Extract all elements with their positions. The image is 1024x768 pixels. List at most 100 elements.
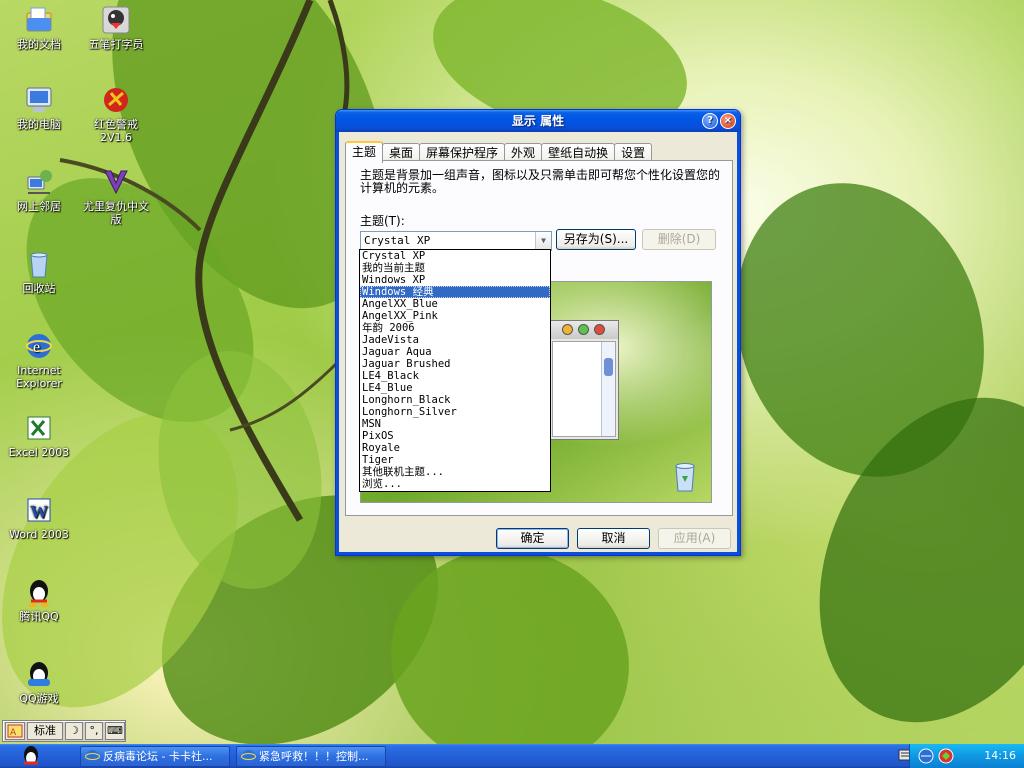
taskbar: 反病毒论坛 - 卡卡社... 紧急呼救！！！控制... 14:16: [0, 744, 1024, 768]
ie-icon: e: [23, 330, 55, 362]
theme-option-selected[interactable]: Windows 经典: [360, 286, 550, 298]
yuri-icon: [100, 166, 132, 198]
apply-button[interactable]: 应用(A): [658, 528, 731, 549]
network-icon[interactable]: [918, 748, 934, 767]
theme-option[interactable]: 其他联机主题...: [360, 466, 550, 478]
theme-option[interactable]: Longhorn_Black: [360, 394, 550, 406]
ime-icon[interactable]: A: [5, 722, 25, 740]
preview-maximize-icon: [578, 324, 589, 335]
theme-option[interactable]: Jaguar Aqua: [360, 346, 550, 358]
keyboard-icon[interactable]: ⌨: [105, 722, 125, 740]
desktop-icon-label: Internet Explorer: [16, 364, 62, 390]
desktop-icon-my-computer[interactable]: 我的电脑: [1, 84, 77, 131]
clock[interactable]: 14:16: [984, 749, 1016, 762]
theme-option[interactable]: Jaguar Brushed: [360, 358, 550, 370]
language-bar: A 标准 ☽ °, ⌨: [2, 720, 126, 742]
desktop-icon-label: QQ游戏: [19, 692, 59, 705]
ie-icon: [241, 749, 256, 766]
theme-option[interactable]: Tiger: [360, 454, 550, 466]
desktop-icon-label: 尤里复仇中文版: [83, 200, 149, 226]
desktop-icon-label: Excel 2003: [8, 446, 70, 459]
desktop-icon-word[interactable]: W Word 2003: [1, 494, 77, 541]
desktop-icon-my-documents[interactable]: 我的文档: [1, 4, 77, 51]
desktop-icon-label: Word 2003: [9, 528, 69, 541]
taskbar-button-label: 反病毒论坛 - 卡卡社...: [103, 750, 213, 763]
moon-icon[interactable]: ☽: [65, 722, 83, 740]
desktop-icon-internet-explorer[interactable]: e Internet Explorer: [1, 330, 77, 390]
svg-text:e: e: [33, 339, 40, 356]
punctuation-toggle[interactable]: °,: [85, 722, 103, 740]
theme-option[interactable]: 浏览...: [360, 478, 550, 490]
network-places-icon: [23, 166, 55, 198]
word-icon: W: [23, 494, 55, 526]
desktop-icon-qq-game[interactable]: QQ游戏: [1, 658, 77, 705]
desktop-icon-network-places[interactable]: 网上邻居: [1, 166, 77, 213]
theme-option[interactable]: AngelXX_Pink: [360, 310, 550, 322]
chevron-down-icon[interactable]: ▼: [535, 232, 551, 250]
delete-button[interactable]: 删除(D): [642, 229, 716, 250]
preview-sample-window: [549, 320, 619, 440]
qq-icon: [24, 746, 38, 765]
theme-combobox-value: Crystal XP: [364, 234, 431, 247]
desktop-icon-label: 我的电脑: [17, 118, 61, 131]
theme-label: 主题(T):: [360, 214, 405, 228]
tab-strip: 主题 桌面 屏幕保护程序 外观 壁纸自动换 设置: [345, 141, 653, 163]
theme-dropdown-list[interactable]: Crystal XP 我的当前主题 Windows XP Windows 经典 …: [359, 249, 551, 492]
theme-option[interactable]: AngelXX_Blue: [360, 298, 550, 310]
save-as-button[interactable]: 另存为(S)...: [556, 229, 636, 250]
tab-themes[interactable]: 主题: [345, 141, 384, 163]
dialog-title: 显示 属性: [511, 114, 565, 128]
preview-close-icon: [594, 324, 605, 335]
desktop-icon-label: 我的文档: [17, 38, 61, 51]
desktop-icon-typing-app[interactable]: 五笔打字员: [78, 4, 154, 51]
theme-option[interactable]: LE4_Blue: [360, 382, 550, 394]
ie-icon: [85, 749, 100, 766]
my-computer-icon: [23, 84, 55, 116]
taskbar-button-antivirus-forum[interactable]: 反病毒论坛 - 卡卡社...: [80, 746, 230, 767]
desktop-icon-red-alert[interactable]: 红色警戒 2V1.6: [78, 84, 154, 144]
help-icon: ?: [707, 115, 713, 126]
theme-combobox[interactable]: Crystal XP ▼: [360, 231, 552, 251]
preview-sample-body: [552, 341, 616, 437]
preview-sample-titlebar: [550, 321, 618, 339]
theme-option[interactable]: MSN: [360, 418, 550, 430]
desktop-icon-label: 网上邻居: [17, 200, 61, 213]
ime-mode-button[interactable]: 标准: [27, 722, 63, 740]
typing-app-icon: [100, 4, 132, 36]
red-alert-icon: [100, 84, 132, 116]
svg-text:W: W: [30, 502, 48, 522]
preview-minimize-icon: [562, 324, 573, 335]
cancel-button[interactable]: 取消: [577, 528, 650, 549]
svg-text:A: A: [10, 728, 17, 738]
desktop-icon-qq[interactable]: 腾讯QQ: [1, 576, 77, 623]
desktop-icon-excel[interactable]: Excel 2003: [1, 412, 77, 459]
theme-option[interactable]: Windows XP: [360, 274, 550, 286]
qq-icon: [23, 576, 55, 608]
theme-option[interactable]: LE4_Black: [360, 370, 550, 382]
desktop-icon-label: 红色警戒 2V1.6: [94, 118, 138, 144]
taskbar-button-emergency-help[interactable]: 紧急呼救！！！控制...: [236, 746, 386, 767]
ok-button[interactable]: 确定: [496, 528, 569, 549]
antivirus-icon[interactable]: [938, 748, 954, 767]
help-button[interactable]: ?: [702, 113, 718, 129]
theme-option[interactable]: 年韵 2006: [360, 322, 550, 334]
start-button[interactable]: [0, 744, 60, 768]
preview-scrollbar: [601, 342, 615, 436]
theme-option[interactable]: JadeVista: [360, 334, 550, 346]
my-documents-icon: [23, 4, 55, 36]
dialog-titlebar[interactable]: 显示 属性 ? ×: [336, 110, 740, 132]
recycle-bin-icon: [673, 462, 697, 492]
theme-option[interactable]: Crystal XP: [360, 250, 550, 262]
theme-option[interactable]: PixOS: [360, 430, 550, 442]
theme-option[interactable]: Royale: [360, 442, 550, 454]
desktop-icon-recycle-bin[interactable]: 回收站: [1, 248, 77, 295]
theme-option[interactable]: Longhorn_Silver: [360, 406, 550, 418]
close-icon: ×: [723, 115, 733, 126]
theme-option[interactable]: 我的当前主题: [360, 262, 550, 274]
excel-icon: [23, 412, 55, 444]
close-button[interactable]: ×: [720, 113, 736, 129]
taskbar-button-label: 紧急呼救！！！控制...: [259, 750, 369, 763]
desktop-icon-label: 回收站: [22, 282, 56, 295]
desktop-icon-yuri[interactable]: 尤里复仇中文版: [78, 166, 154, 226]
recycle-bin-icon: [23, 248, 55, 280]
